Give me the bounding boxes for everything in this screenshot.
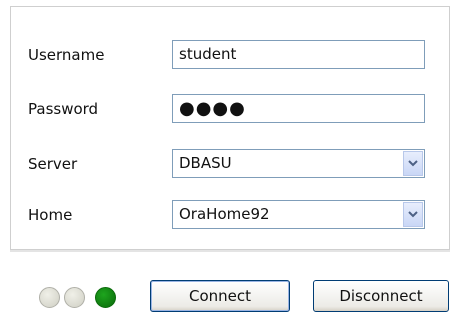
- username-value: student: [179, 45, 237, 63]
- server-select[interactable]: DBASU: [172, 149, 425, 178]
- disconnect-button[interactable]: Disconnect: [313, 280, 449, 312]
- username-field[interactable]: student: [172, 40, 425, 69]
- password-label: Password: [28, 100, 99, 118]
- password-mask: ●●●●: [179, 98, 246, 119]
- status-light-3: [95, 287, 116, 308]
- panel-divider: [10, 250, 450, 252]
- server-label: Server: [28, 155, 78, 173]
- password-field[interactable]: ●●●●: [172, 94, 425, 123]
- chevron-down-icon: [408, 211, 418, 218]
- status-light-2: [64, 287, 85, 308]
- server-dropdown-button[interactable]: [403, 151, 423, 176]
- home-label: Home: [28, 206, 73, 224]
- home-select[interactable]: OraHome92: [172, 200, 425, 229]
- status-light-1: [39, 287, 60, 308]
- server-value: DBASU: [179, 154, 232, 172]
- home-value: OraHome92: [179, 205, 270, 223]
- chevron-down-icon: [408, 160, 418, 167]
- username-label: Username: [28, 46, 105, 64]
- home-dropdown-button[interactable]: [403, 202, 423, 227]
- connect-button[interactable]: Connect: [150, 280, 290, 312]
